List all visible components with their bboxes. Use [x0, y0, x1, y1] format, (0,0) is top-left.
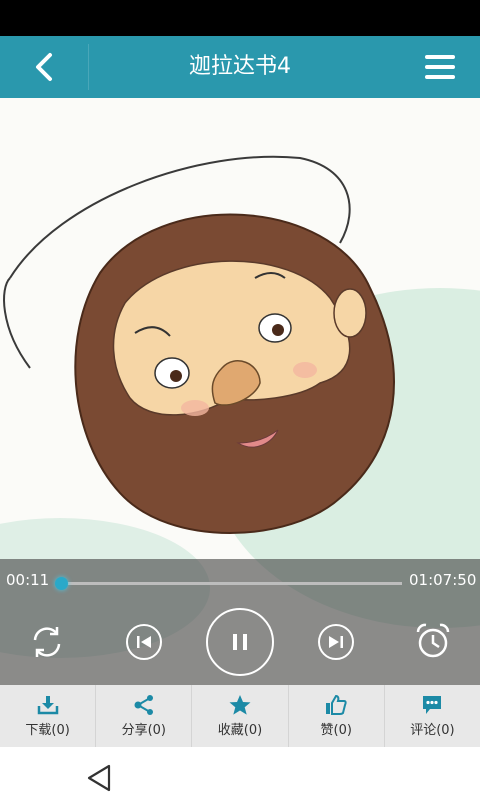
menu-button[interactable]	[400, 36, 480, 98]
total-time: 01:07:50	[409, 571, 477, 589]
status-bar	[0, 0, 480, 36]
back-triangle-icon[interactable]	[86, 764, 112, 792]
favorite-button[interactable]: 收藏(0)	[192, 685, 289, 747]
divider	[88, 44, 89, 90]
next-button[interactable]	[316, 622, 356, 662]
share-button[interactable]: 分享(0)	[96, 685, 193, 747]
progress-handle[interactable]	[55, 577, 69, 590]
alarm-clock-icon	[416, 623, 450, 658]
download-icon	[37, 695, 58, 714]
download-button[interactable]: 下载(0)	[0, 685, 97, 747]
chevron-left-icon	[36, 53, 52, 81]
download-label: 下载(0)	[25, 722, 70, 738]
pause-icon	[206, 608, 274, 676]
system-navigation-bar	[0, 747, 480, 800]
favorite-label: 收藏(0)	[217, 722, 263, 738]
share-label: 分享(0)	[121, 722, 167, 738]
comment-label: 评论(0)	[410, 722, 455, 738]
page-title: 迦拉达书4	[189, 54, 291, 79]
sleep-timer-button[interactable]	[412, 620, 454, 662]
repeat-icon	[33, 627, 61, 657]
back-button[interactable]	[0, 36, 88, 98]
thumbs-up-icon	[326, 694, 347, 715]
like-button[interactable]: 赞(0)	[289, 685, 385, 747]
skip-next-icon	[318, 624, 354, 660]
skip-previous-icon	[126, 624, 162, 660]
previous-button[interactable]	[124, 622, 164, 662]
top-bar: 迦拉达书4	[0, 36, 480, 98]
current-time: 00:11	[6, 571, 50, 589]
comment-icon	[423, 695, 442, 714]
like-label: 赞(0)	[320, 722, 352, 738]
comment-button[interactable]: 评论(0)	[385, 685, 480, 747]
pause-button[interactable]	[204, 606, 276, 678]
star-icon	[229, 694, 251, 715]
action-toolbar: 下载(0) 分享(0) 收藏(0) 赞(0) 评论(0)	[0, 685, 480, 747]
share-icon	[134, 694, 153, 715]
hamburger-menu-icon	[425, 55, 455, 79]
progress-bar[interactable]	[55, 577, 402, 590]
repeat-button[interactable]	[27, 622, 67, 662]
